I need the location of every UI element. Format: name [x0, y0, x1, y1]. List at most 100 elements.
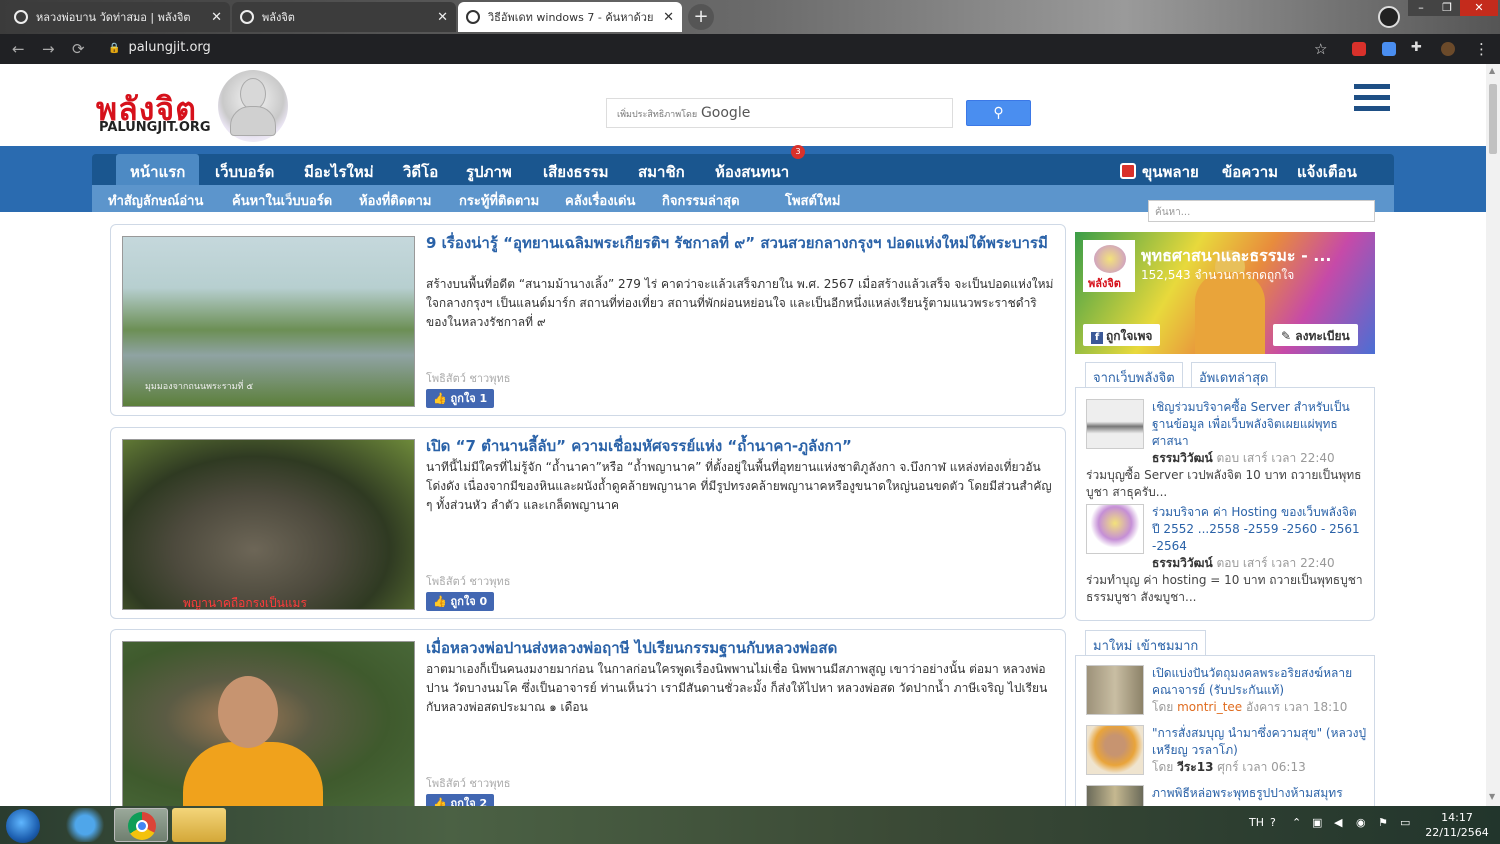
display-icon[interactable]: ▭: [1400, 816, 1410, 829]
item-thumbnail[interactable]: [1086, 725, 1144, 775]
close-icon[interactable]: ✕: [663, 10, 674, 25]
tab-latest-updates[interactable]: อัพเดทล่าสุด: [1191, 362, 1277, 387]
site-search-input[interactable]: ค้นหา...: [1148, 200, 1375, 222]
item-author[interactable]: ธรรมวิวัฒน์: [1152, 556, 1213, 570]
new-tab-button[interactable]: +: [688, 4, 714, 30]
fb-page-avatar[interactable]: พลังจิต: [1083, 240, 1135, 292]
minimize-button[interactable]: –: [1408, 0, 1434, 16]
chrome-icon[interactable]: [114, 808, 168, 842]
nav-chat[interactable]: ห้องสนทนา: [715, 160, 789, 184]
close-icon[interactable]: ✕: [211, 10, 222, 25]
menu-icon[interactable]: ⋮: [1474, 40, 1489, 58]
subnav-featured[interactable]: คลังเรื่องเด่น: [565, 190, 635, 211]
close-icon[interactable]: ✕: [437, 10, 448, 25]
nav-whats-new[interactable]: มีอะไรใหม่: [304, 160, 374, 184]
subnav-new-posts[interactable]: โพสต์ใหม่: [785, 190, 840, 211]
subnav-recent-activity[interactable]: กิจกรรมล่าสุด: [662, 190, 740, 211]
hamburger-menu-icon[interactable]: [1354, 84, 1390, 112]
like-button[interactable]: 👍 ถูกใจ 2: [426, 794, 495, 806]
address-bar[interactable]: 🔒 palungjit.org: [108, 40, 211, 55]
update-icon[interactable]: ◉: [1356, 816, 1366, 829]
username: ขุนพลาย: [1142, 163, 1199, 181]
scrollbar-thumb[interactable]: [1489, 84, 1497, 154]
fb-like-page-button[interactable]: f ถูกใจเพจ: [1083, 324, 1161, 346]
nav-home[interactable]: หน้าแรก: [116, 154, 200, 185]
item-author[interactable]: montri_tee: [1177, 700, 1242, 714]
volume-icon[interactable]: ◀: [1334, 816, 1342, 829]
forward-icon[interactable]: →: [42, 40, 55, 58]
language-indicator[interactable]: TH: [1249, 816, 1264, 829]
lock-icon: 🔒: [108, 43, 121, 54]
fb-signup-button[interactable]: ✎ ลงทะเบียน: [1273, 324, 1358, 346]
item-author[interactable]: ธรรมวิวัฒน์: [1152, 451, 1213, 465]
reload-icon[interactable]: ⟳: [72, 40, 85, 58]
search-button[interactable]: ⚲: [966, 100, 1031, 126]
browser-tab-1[interactable]: หลวงพ่อบาน วัดท่าสมอ | พลังจิต ✕: [6, 2, 230, 32]
back-icon[interactable]: ←: [12, 40, 25, 58]
article-poster[interactable]: โพธิสัตว์ ชาวพุทธ: [426, 369, 510, 387]
article-title[interactable]: เปิด “7 ตำนานลี้ลับ” ความเชื่อมหัศจรรย์แ…: [426, 436, 1051, 457]
thumbs-up-icon: 👍: [433, 392, 451, 405]
item-time: ศุกร์ เวลา 06:13: [1213, 760, 1306, 774]
article-poster[interactable]: โพธิสัตว์ ชาวพุทธ: [426, 572, 510, 590]
internet-explorer-icon[interactable]: [58, 808, 112, 842]
scroll-down-icon[interactable]: ▼: [1489, 792, 1495, 801]
avatar-label: พลังจิต: [1088, 277, 1121, 290]
nav-dharma-audio[interactable]: เสียงธรรม: [543, 160, 609, 184]
item-meta: ธรรมวิวัฒน์ ตอบ เสาร์ เวลา 22:40: [1152, 555, 1368, 572]
article-image[interactable]: [122, 641, 415, 806]
item-title[interactable]: เปิดแบ่งปันวัตถุมงคลพระอริยสงฆ์หลายคณาจา…: [1152, 665, 1368, 699]
close-window-button[interactable]: ✕: [1460, 0, 1498, 16]
list-item: ภาพพิธีหล่อพระพุทธรูปปางห้ามสมุทร: [1086, 785, 1368, 806]
browser-tab-3[interactable]: วิธีอัพเดท windows 7 - ค้นหาด้วย G ✕: [458, 2, 682, 32]
article-image[interactable]: มุมมองจากถนนพระรามที่ ๕: [122, 236, 415, 407]
item-author[interactable]: วีระ13: [1177, 760, 1213, 774]
article-title[interactable]: 9 เรื่องน่ารู้ “อุทยานเฉลิมพระเกียรติฯ ร…: [426, 233, 1051, 254]
nav-images[interactable]: รูปภาพ: [466, 160, 512, 184]
fb-like-label: ถูกใจเพจ: [1106, 329, 1153, 343]
start-button[interactable]: [6, 809, 40, 843]
show-hidden-icons-icon[interactable]: ⌃: [1292, 816, 1301, 829]
like-button[interactable]: 👍 ถูกใจ 0: [426, 592, 495, 611]
subnav-watched-forums[interactable]: ห้องที่ติดตาม: [359, 190, 432, 211]
article-title[interactable]: เมื่อหลวงพ่อปานส่งหลวงพ่อฤาษี ไปเรียนกรร…: [426, 638, 1051, 659]
item-title[interactable]: เชิญร่วมบริจาคซื้อ Server สำหรับเป็นฐานข…: [1152, 399, 1368, 450]
subnav-mark-read[interactable]: ทำสัญลักษณ์อ่าน: [108, 190, 203, 211]
subnav-watched-threads[interactable]: กระทู้ที่ติดตาม: [459, 190, 539, 211]
item-title[interactable]: "การสั่งสมบุญ นำมาซึ่งความสุข" (หลวงปู่เ…: [1152, 725, 1368, 759]
nav-user-profile[interactable]: ขุนพลาย: [1120, 160, 1199, 184]
bookmark-star-icon[interactable]: ☆: [1314, 40, 1327, 58]
page-scrollbar[interactable]: ▲ ▼: [1486, 64, 1500, 806]
system-clock[interactable]: 14:17 22/11/2564: [1418, 810, 1496, 840]
tab-new-popular[interactable]: มาใหม่ เข้าชมมาก: [1085, 630, 1207, 655]
like-button[interactable]: 👍 ถูกใจ 1: [426, 389, 495, 408]
avatar[interactable]: [1441, 42, 1455, 56]
help-icon[interactable]: ?: [1270, 816, 1276, 829]
item-thumbnail[interactable]: [1086, 665, 1144, 715]
nav-messages[interactable]: ข้อความ: [1222, 160, 1278, 184]
scroll-up-icon[interactable]: ▲: [1489, 66, 1495, 75]
item-thumbnail[interactable]: [1086, 504, 1144, 554]
nav-members[interactable]: สมาชิก: [638, 160, 685, 184]
item-title[interactable]: ภาพพิธีหล่อพระพุทธรูปปางห้ามสมุทร: [1152, 785, 1368, 802]
google-search-input[interactable]: เพิ่มประสิทธิภาพโดย Google: [606, 98, 953, 128]
translate-icon[interactable]: [1382, 42, 1396, 56]
subnav-search-webboard[interactable]: ค้นหาในเว็บบอร์ด: [232, 190, 332, 211]
extension-icon[interactable]: [1352, 42, 1366, 56]
browser-tab-2[interactable]: พลังจิต ✕: [232, 2, 456, 32]
item-title[interactable]: ร่วมบริจาค ค่า Hosting ของเว็บพลังจิต ปี…: [1152, 504, 1368, 555]
flag-icon[interactable]: ⚑: [1378, 816, 1388, 829]
article-image[interactable]: พญานาคถือกรงเป็นแมร: [122, 439, 415, 610]
item-thumbnail[interactable]: [1086, 399, 1144, 449]
maximize-button[interactable]: ❐: [1434, 0, 1460, 16]
file-explorer-icon[interactable]: [172, 808, 226, 842]
item-thumbnail[interactable]: [1086, 785, 1144, 806]
nav-alerts[interactable]: แจ้งเตือน: [1297, 160, 1357, 184]
puzzle-icon[interactable]: ✚: [1411, 40, 1422, 55]
nav-webboard[interactable]: เว็บบอร์ด: [215, 160, 274, 184]
article-poster[interactable]: โพธิสัตว์ ชาวพุทธ: [426, 774, 510, 792]
nav-video[interactable]: วิดีโอ: [403, 160, 438, 184]
profile-icon[interactable]: [1378, 6, 1400, 28]
network-icon[interactable]: ▣: [1312, 816, 1322, 829]
tab-from-palungjit[interactable]: จากเว็บพลังจิต: [1085, 362, 1183, 387]
